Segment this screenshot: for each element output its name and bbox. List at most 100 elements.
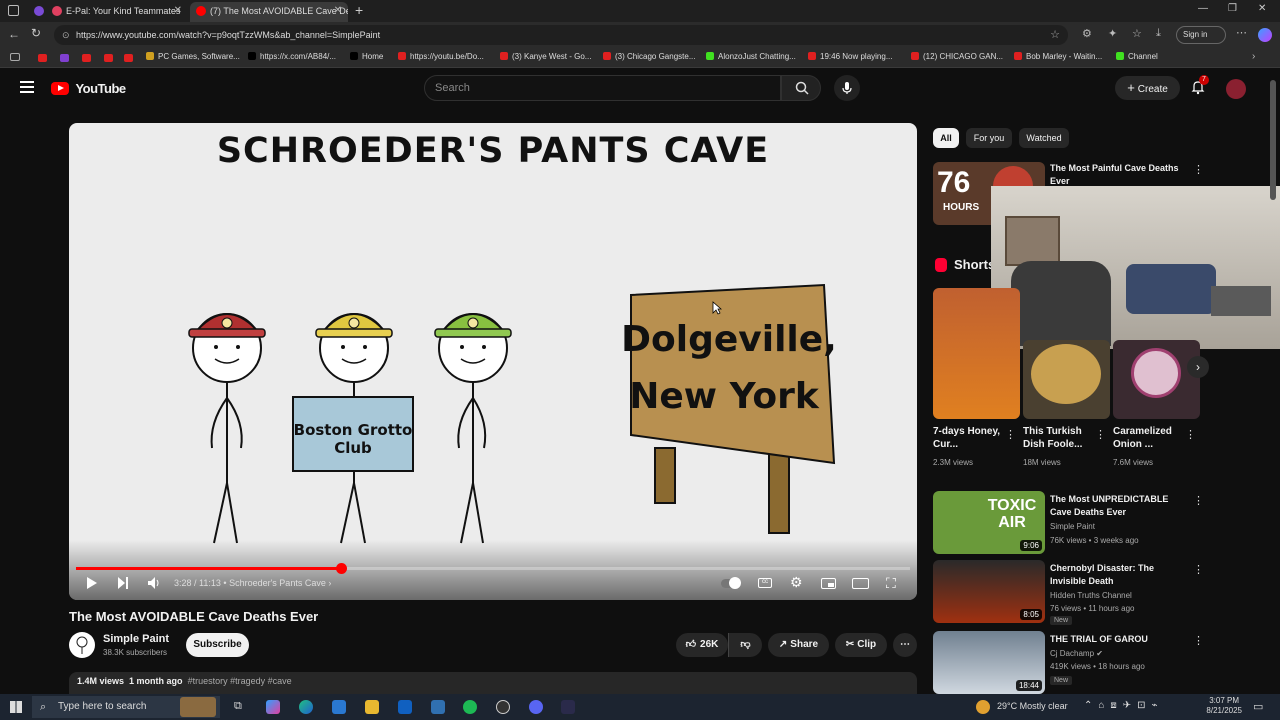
create-button[interactable]: + Create — [1115, 76, 1180, 100]
channel-name[interactable]: Simple Paint — [103, 633, 169, 645]
bookmark-item[interactable]: https://x.com/AB84/... — [248, 52, 336, 61]
video-thumbnail[interactable]: 18:44 — [933, 631, 1045, 694]
copilot-app-icon[interactable] — [266, 700, 280, 714]
video-player[interactable]: SCHROEDER'S PANTS CAVE Boston Grotto Clu… — [69, 123, 917, 600]
video-thumbnail[interactable]: 8:05 — [933, 560, 1045, 623]
discord-icon[interactable] — [529, 700, 543, 714]
next-button[interactable] — [117, 576, 129, 593]
taskbar-search-input[interactable]: ⌕ Type here to search — [32, 696, 220, 718]
search-button[interactable] — [781, 75, 821, 101]
chip-watched[interactable]: Watched — [1019, 128, 1069, 148]
bookmark-item[interactable]: AlonzoJust Chatting... — [706, 52, 796, 61]
captions-button[interactable]: cc — [758, 578, 772, 588]
short-thumbnail[interactable] — [1113, 340, 1200, 419]
short-thumbnail[interactable] — [933, 288, 1020, 419]
windows-start-icon[interactable] — [10, 701, 22, 713]
file-explorer-icon[interactable] — [365, 700, 379, 714]
close-tab-icon[interactable]: ✕ — [334, 2, 342, 20]
star-icon[interactable]: ☆ — [1050, 25, 1060, 45]
sign-in-button[interactable]: Sign in — [1176, 26, 1226, 44]
video-title[interactable]: THE TRIAL OF GAROU — [1050, 633, 1190, 646]
url-field[interactable]: ⊙ https://www.youtube.com/watch?v=p9oqtT… — [54, 25, 1068, 45]
site-info-icon[interactable]: ⊙ — [62, 25, 70, 45]
short-title[interactable]: 7-days Honey, Cur... — [933, 425, 1003, 451]
bookmark-item[interactable]: (3) Kanye West - Go... — [500, 52, 591, 61]
hamburger-menu-icon[interactable] — [20, 81, 34, 93]
bookmark-item[interactable]: https://youtu.be/Do... — [398, 52, 484, 61]
bookmark-item[interactable]: (12) CHICAGO GAN... — [911, 52, 1003, 61]
chapter-title[interactable]: Schroeder's Pants Cave — [229, 578, 326, 588]
chip-for-you[interactable]: For you — [966, 128, 1012, 148]
bookmark-item[interactable]: Bob Marley - Waitin... — [1014, 52, 1102, 61]
download-icon[interactable]: ⤓ — [1156, 27, 1161, 40]
more-actions-button[interactable]: ⋯ — [893, 633, 917, 657]
minimize-button[interactable]: — — [1198, 3, 1208, 14]
more-menu-icon[interactable]: ⋯ — [1236, 26, 1247, 39]
chip-all[interactable]: All — [933, 128, 959, 148]
back-icon[interactable]: ← — [8, 27, 20, 41]
description-box[interactable]: 1.4M views 1 month ago #truestory #trage… — [69, 672, 917, 694]
bookmark-item[interactable]: 19:46 Now playing... — [808, 52, 893, 61]
weather-text[interactable]: 29°C Mostly clear — [997, 701, 1068, 711]
video-title[interactable]: The Most UNPREDICTABLE Cave Deaths Ever — [1050, 493, 1190, 519]
youtube-bookmark-icon[interactable] — [104, 54, 113, 62]
autoplay-toggle[interactable] — [721, 577, 741, 589]
outlook-icon[interactable] — [398, 700, 412, 714]
fullscreen-button[interactable]: ⛶ — [886, 575, 896, 592]
channel-avatar[interactable] — [69, 632, 95, 658]
spotify-icon[interactable] — [463, 700, 477, 714]
task-view-icon[interactable]: ⧉ — [234, 700, 242, 713]
more-options-icon[interactable]: ⋮ — [1193, 634, 1204, 647]
copilot-icon[interactable] — [1258, 28, 1272, 42]
video-title[interactable]: The Most Painful Cave Deaths Ever — [1050, 162, 1190, 188]
dislike-button[interactable]: 👎︎ — [728, 633, 762, 657]
bookmark-item[interactable]: Channel — [1116, 52, 1158, 61]
window-menu-icon[interactable] — [8, 5, 19, 16]
play-button[interactable] — [86, 576, 98, 593]
maximize-button[interactable]: ❐ — [1228, 3, 1237, 14]
notifications-button[interactable]: 7 — [1190, 75, 1210, 99]
search-input[interactable]: Search — [424, 75, 781, 101]
reload-icon[interactable]: ↻ — [31, 26, 41, 40]
youtube-bookmark-icon[interactable] — [38, 54, 47, 62]
short-title[interactable]: Caramelized Onion ... — [1113, 425, 1183, 451]
share-button[interactable]: ↗ Share — [768, 633, 829, 657]
bookmark-item[interactable]: (3) Chicago Gangste... — [603, 52, 695, 61]
shorts-next-button[interactable]: › — [1187, 356, 1209, 378]
close-window-button[interactable]: ✕ — [1258, 3, 1266, 14]
system-tray-icons[interactable]: ⌃⌂⧈✈⊡⌁ — [1084, 700, 1164, 711]
voice-search-button[interactable] — [834, 75, 860, 101]
theater-mode-button[interactable] — [852, 578, 869, 589]
tab-youtube[interactable]: (7) The Most AVOIDABLE Cave De ✕ — [190, 2, 348, 22]
edge-icon[interactable] — [299, 700, 313, 714]
store-icon[interactable] — [332, 700, 346, 714]
extensions-icon[interactable]: ⚙ — [1082, 27, 1092, 40]
progress-bar[interactable] — [76, 563, 910, 574]
more-options-icon[interactable]: ⋮ — [1193, 563, 1204, 576]
notification-center-icon[interactable]: ▭ — [1253, 700, 1263, 713]
new-tab-button[interactable]: + — [355, 2, 363, 18]
tab-epal[interactable]: E-Pal: Your Kind Teammates ✕ — [30, 2, 188, 22]
bookmarks-menu-icon[interactable] — [10, 53, 20, 61]
bookmark-item[interactable]: PC Games, Software... — [146, 52, 240, 61]
scrubber-handle[interactable] — [336, 563, 347, 574]
video-title[interactable]: Chernobyl Disaster: The Invisible Death — [1050, 562, 1190, 588]
bookmarks-overflow-icon[interactable]: › — [1252, 51, 1255, 62]
hashtags[interactable]: #truestory #tragedy #cave — [188, 676, 292, 686]
video-thumbnail[interactable]: TOXIC AIR 9:06 — [933, 491, 1045, 554]
purple-bookmark-icon[interactable] — [60, 54, 69, 62]
youtube-bookmark-icon[interactable] — [124, 54, 133, 62]
like-button[interactable]: 👍︎ 26K — [676, 633, 728, 657]
bookmark-item[interactable]: Home — [350, 52, 383, 61]
short-title[interactable]: This Turkish Dish Foole... — [1023, 425, 1093, 451]
more-options-icon[interactable]: ⋮ — [1193, 163, 1204, 176]
obs-icon[interactable] — [496, 700, 510, 714]
short-thumbnail[interactable] — [1023, 340, 1110, 419]
close-tab-icon[interactable]: ✕ — [174, 2, 182, 20]
subscribe-button[interactable]: Subscribe — [186, 633, 249, 657]
clip-button[interactable]: ✂ Clip — [835, 633, 887, 657]
avatar[interactable] — [1226, 79, 1246, 99]
more-options-icon[interactable]: ⋮ — [1185, 428, 1196, 441]
more-options-icon[interactable]: ⋮ — [1193, 494, 1204, 507]
youtube-bookmark-icon[interactable] — [82, 54, 91, 62]
